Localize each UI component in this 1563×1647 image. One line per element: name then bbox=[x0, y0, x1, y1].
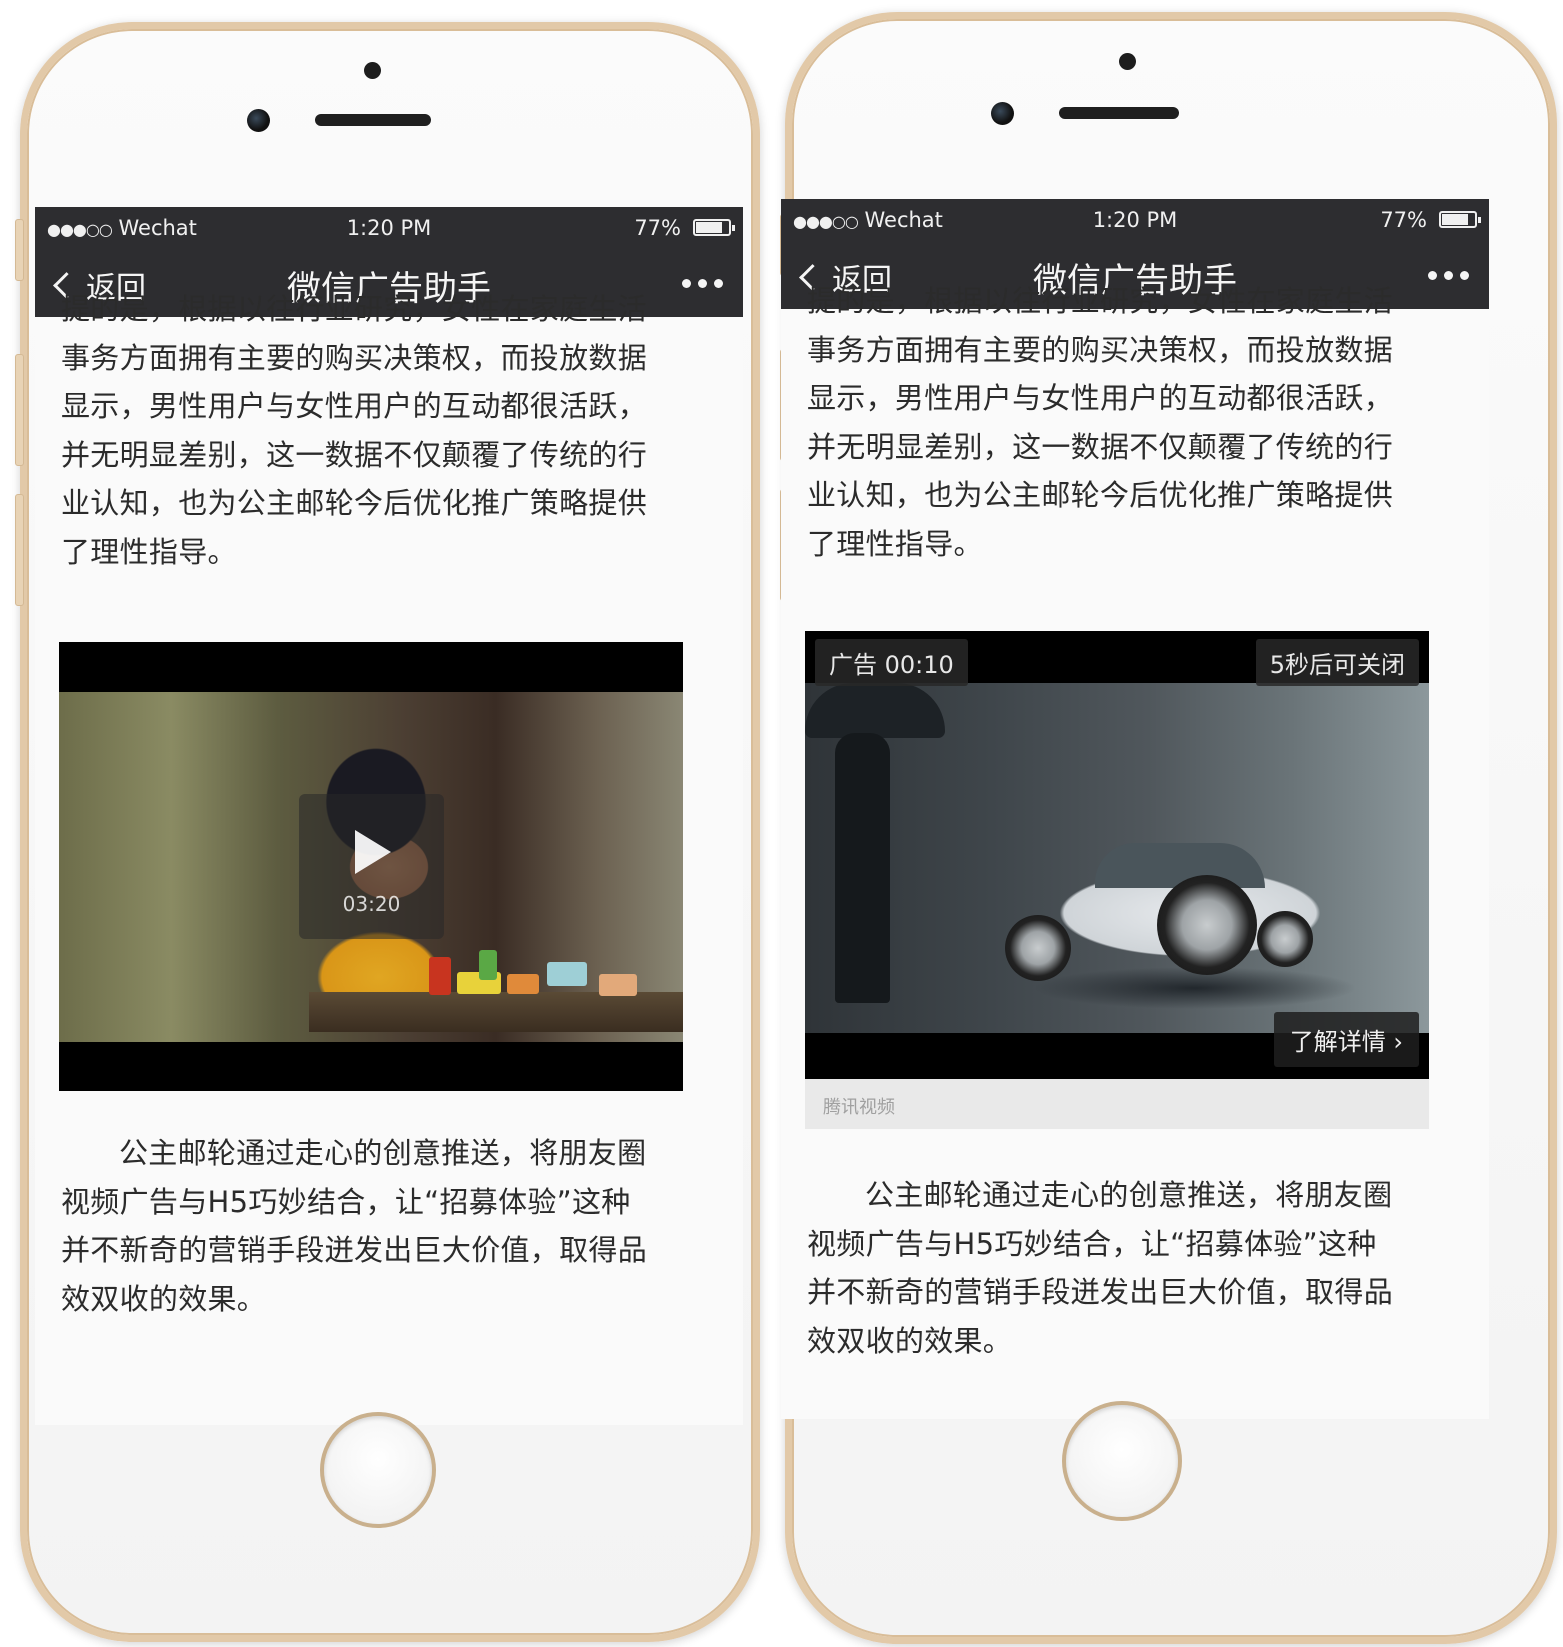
ad-video-player[interactable]: 广告 00:10 5秒后可关闭 了解详情 › bbox=[805, 631, 1429, 1079]
phone-frame-right: ●●●○○ Wechat 1:20 PM 77% 返回 微信广告助手 提的是，根… bbox=[780, 12, 1557, 1644]
text-line: 业认知，也为公主邮轮今后优化推广策略提供 bbox=[61, 486, 648, 520]
text-line: 显示，男性用户与女性用户的互动都很活跃， bbox=[807, 381, 1394, 415]
text-line: 并无明显差别，这一数据不仅颠覆了传统的行 bbox=[61, 437, 648, 472]
skip-countdown[interactable]: 5秒后可关闭 bbox=[1255, 639, 1419, 686]
text-line: 并不新奇的营销手段迸发出巨大价值，取得品 bbox=[61, 1233, 648, 1267]
volume-up-button bbox=[15, 354, 24, 466]
earpiece-speaker bbox=[315, 114, 431, 126]
text-line: 并无明显差别，这一数据不仅颠覆了传统的行 bbox=[807, 429, 1394, 464]
text-line: 了理性指导。 bbox=[807, 526, 983, 561]
chevron-right-icon: › bbox=[1393, 1028, 1403, 1056]
home-button[interactable] bbox=[1062, 1401, 1182, 1521]
learn-more-button[interactable]: 了解详情 › bbox=[1273, 1012, 1419, 1067]
proximity-sensor bbox=[364, 62, 381, 79]
text-line: 视频广告与H5巧妙结合，让“招募体验”这种 bbox=[807, 1226, 1377, 1261]
text-line: 显示，男性用户与女性用户的互动都很活跃， bbox=[61, 389, 648, 423]
status-bar: ●●●○○ Wechat 1:20 PM 77% bbox=[781, 199, 1489, 241]
video-duration: 03:20 bbox=[342, 892, 401, 916]
text-line: 效双收的效果。 bbox=[807, 1323, 1013, 1358]
text-line: 事务方面拥有主要的购买决策权，而投放数据 bbox=[807, 332, 1394, 367]
text-line: 提的是，根据以往行业研究，女性在家庭生活 bbox=[61, 292, 648, 326]
text-line: 提的是，根据以往行业研究，女性在家庭生活 bbox=[807, 284, 1394, 318]
front-camera bbox=[991, 102, 1014, 125]
home-button[interactable] bbox=[320, 1412, 436, 1528]
proximity-sensor bbox=[1119, 53, 1136, 70]
learn-more-label: 了解详情 bbox=[1289, 1028, 1386, 1056]
text-line: 事务方面拥有主要的购买决策权，而投放数据 bbox=[61, 340, 648, 375]
screen: ●●●○○ Wechat 1:20 PM 77% 返回 微信广告助手 提的是，根… bbox=[781, 199, 1489, 1419]
text-line: 了理性指导。 bbox=[61, 534, 237, 569]
more-options-icon[interactable] bbox=[1428, 271, 1469, 280]
battery-percent: 77% bbox=[1380, 208, 1427, 232]
text-line: 视频广告与H5巧妙结合，让“招募体验”这种 bbox=[61, 1184, 631, 1219]
earpiece-speaker bbox=[1059, 107, 1179, 119]
text-line: 业认知，也为公主邮轮今后优化推广策略提供 bbox=[807, 478, 1394, 512]
ad-timer-badge: 广告 00:10 bbox=[815, 639, 968, 686]
article-body: 提的是，根据以往行业研究，女性在家庭生活 事务方面拥有主要的购买决策权，而投放数… bbox=[781, 284, 1489, 1419]
article-body: 提的是，根据以往行业研究，女性在家庭生活 事务方面拥有主要的购买决策权，而投放数… bbox=[35, 292, 743, 1425]
battery-percent: 77% bbox=[634, 216, 681, 240]
video-source-label: 腾讯视频 bbox=[805, 1079, 1429, 1129]
battery-icon bbox=[1439, 211, 1481, 228]
text-line: 公主邮轮通过走心的创意推送，将朋友圈 bbox=[119, 1136, 647, 1170]
video-player[interactable]: 03:20 bbox=[59, 642, 683, 1091]
more-options-icon[interactable] bbox=[682, 279, 723, 288]
front-camera bbox=[247, 109, 270, 132]
conclusion-paragraph: 公主邮轮通过走心的创意推送，将朋友圈 视频广告与H5巧妙结合，让“招募体验”这种… bbox=[807, 1171, 1429, 1365]
text-line: 效双收的效果。 bbox=[61, 1281, 267, 1316]
phone-frame-left: ●●●○○ Wechat 1:20 PM 77% 返回 微信广告助手 提的是，根… bbox=[15, 22, 760, 1642]
ad-video-frame bbox=[805, 683, 1429, 1033]
volume-down-button bbox=[15, 494, 24, 606]
battery-icon bbox=[693, 219, 735, 236]
conclusion-paragraph: 公主邮轮通过走心的创意推送，将朋友圈 视频广告与H5巧妙结合，让“招募体验”这种… bbox=[61, 1129, 683, 1323]
status-bar: ●●●○○ Wechat 1:20 PM 77% bbox=[35, 207, 743, 249]
text-line: 公主邮轮通过走心的创意推送，将朋友圈 bbox=[865, 1178, 1393, 1212]
intro-paragraph: 提的是，根据以往行业研究，女性在家庭生活 事务方面拥有主要的购买决策权，而投放数… bbox=[807, 277, 1429, 568]
screen: ●●●○○ Wechat 1:20 PM 77% 返回 微信广告助手 提的是，根… bbox=[35, 207, 743, 1425]
intro-paragraph: 提的是，根据以往行业研究，女性在家庭生活 事务方面拥有主要的购买决策权，而投放数… bbox=[61, 285, 683, 576]
text-line: 并不新奇的营销手段迸发出巨大价值，取得品 bbox=[807, 1275, 1394, 1309]
play-icon[interactable] bbox=[355, 830, 391, 874]
mute-switch bbox=[15, 219, 24, 281]
